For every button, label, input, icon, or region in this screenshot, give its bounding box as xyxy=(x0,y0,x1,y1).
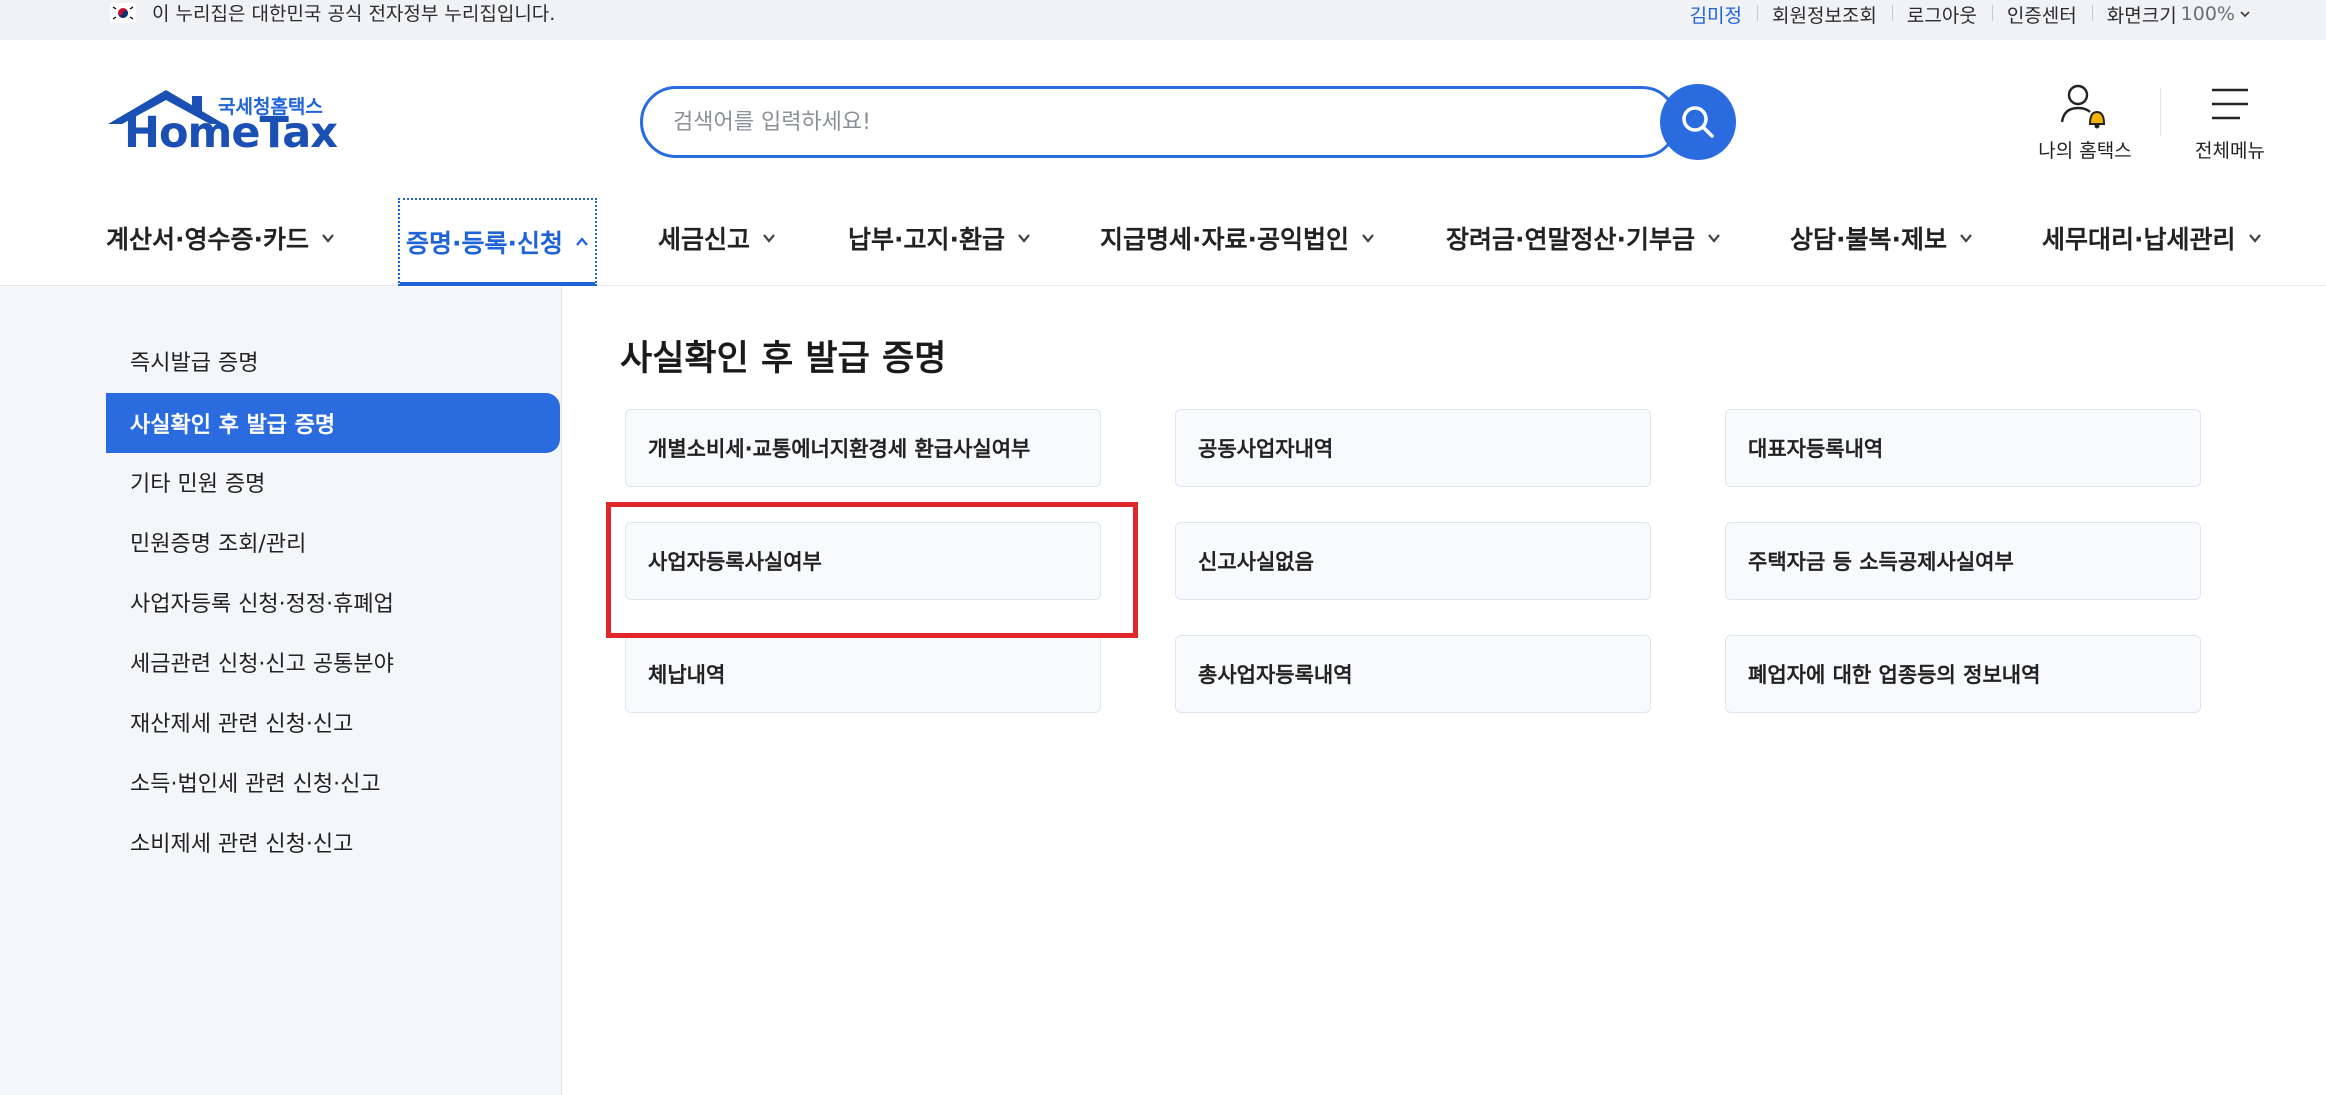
gnb-label: 장려금·연말정산·기부금 xyxy=(1446,225,1695,254)
sidebar-item-property-tax[interactable]: 재산제세 관련 신청·신고 xyxy=(106,692,560,752)
zoom-label: 화면크기 xyxy=(2106,4,2177,27)
gnb-item-tax-agent[interactable]: 세무대리·납세관리 xyxy=(2042,190,2262,286)
sidebar-item-verified-cert[interactable]: 사실확인 후 발급 증명 xyxy=(106,393,560,453)
sidebar-item-consumption-tax[interactable]: 소비제세 관련 신청·신고 xyxy=(106,812,560,872)
gnb-label: 지급명세·자료·공익법인 xyxy=(1100,225,1349,254)
cert-center-link[interactable]: 인증센터 xyxy=(1991,1,2092,28)
gnb-item-consulting[interactable]: 상담·불복·제보 xyxy=(1790,190,1973,286)
search-area xyxy=(640,86,1678,158)
member-info-link[interactable]: 회원정보조회 xyxy=(1757,1,1892,28)
gnb-item-incentives[interactable]: 장려금·연말정산·기부금 xyxy=(1446,190,1721,286)
sidebar-item-income-tax[interactable]: 소득·법인세 관련 신청·신고 xyxy=(106,752,560,812)
gnb-label: 상담·불복·제보 xyxy=(1790,225,1947,254)
all-menu-label: 전체메뉴 xyxy=(2195,140,2265,162)
chevron-down-icon xyxy=(2248,234,2261,243)
chevron-down-icon xyxy=(763,234,775,243)
sidebar-item-other-cert[interactable]: 기타 민원 증명 xyxy=(106,452,560,512)
korea-flag-icon xyxy=(110,3,136,23)
search-icon xyxy=(1682,106,1714,138)
gnb-item-statements[interactable]: 지급명세·자료·공익법인 xyxy=(1100,190,1375,286)
chevron-down-icon xyxy=(1960,234,1972,243)
gnb-item-payment[interactable]: 납부·고지·환급 xyxy=(848,190,1031,286)
zoom-control[interactable]: 화면크기 100% xyxy=(2091,1,2266,28)
gnb-label: 세금신고 xyxy=(658,225,751,254)
gov-notice: 이 누리집은 대한민국 공식 전자정부 누리집입니다. xyxy=(152,3,556,25)
card-closed-business-info[interactable]: 폐업자에 대한 업종등의 정보내역 xyxy=(1725,635,2201,713)
chevron-down-icon xyxy=(1018,234,1030,243)
gnb-item-tax-return[interactable]: 세금신고 xyxy=(658,190,776,286)
gnb-label: 납부·고지·환급 xyxy=(848,225,1005,254)
card-no-report[interactable]: 신고사실없음 xyxy=(1175,522,1651,600)
sidebar-item-tax-common[interactable]: 세금관련 신청·신고 공통분야 xyxy=(106,632,560,692)
card-representative-reg[interactable]: 대표자등록내역 xyxy=(1725,409,2201,487)
gnb-label: 계산서·영수증·카드 xyxy=(106,225,309,254)
gnb-label: 증명·등록·신청 xyxy=(406,229,563,258)
user-bell-icon xyxy=(2060,84,2106,129)
gnb-label: 세무대리·납세관리 xyxy=(2042,225,2236,254)
sidebar-item-business-reg[interactable]: 사업자등록 신청·정정·휴폐업 xyxy=(106,572,560,632)
card-joint-business[interactable]: 공동사업자내역 xyxy=(1175,409,1651,487)
search-button[interactable] xyxy=(1660,84,1736,160)
sidebar-item-instant-cert[interactable]: 즉시발급 증명 xyxy=(106,331,560,391)
all-menu-button[interactable]: 전체메뉴 xyxy=(2180,80,2280,164)
search-input[interactable] xyxy=(640,86,1678,158)
chevron-down-icon xyxy=(1362,234,1374,243)
gnb-item-invoice[interactable]: 계산서·영수증·카드 xyxy=(106,190,335,286)
global-nav: 계산서·영수증·카드 증명·등록·신청 세금신고 납부·고지·환급 지급명세·자… xyxy=(0,190,2326,286)
top-utility-bar: 이 누리집은 대한민국 공식 전자정부 누리집입니다. 김미정 회원정보조회 로… xyxy=(0,0,2326,40)
utility-links: 김미정 회원정보조회 로그아웃 인증센터 화면크기 100% xyxy=(1675,0,2266,28)
card-excise-refund[interactable]: 개별소비세·교통에너지환경세 환급사실여부 xyxy=(625,409,1101,487)
my-hometax-label: 나의 홈택스 xyxy=(2038,140,2132,162)
header-divider xyxy=(2160,88,2161,136)
hamburger-icon xyxy=(2212,88,2248,120)
page-title: 사실확인 후 발급 증명 xyxy=(620,339,947,379)
card-arrears[interactable]: 체납내역 xyxy=(625,635,1101,713)
card-housing-deduction[interactable]: 주택자금 등 소득공제사실여부 xyxy=(1725,522,2201,600)
chevron-up-icon xyxy=(576,237,588,246)
highlight-box xyxy=(606,502,1138,638)
sidebar-item-cert-manage[interactable]: 민원증명 조회/관리 xyxy=(106,512,560,572)
logout-link[interactable]: 로그아웃 xyxy=(1891,1,1992,28)
card-total-business-reg[interactable]: 총사업자등록내역 xyxy=(1175,635,1651,713)
sidebar: 즉시발급 증명 사실확인 후 발급 증명 기타 민원 증명 민원증명 조회/관리… xyxy=(0,287,562,1095)
logo-wordmark[interactable]: HomeTax xyxy=(124,108,338,158)
my-hometax-button[interactable]: 나의 홈택스 xyxy=(2030,80,2140,164)
chevron-down-icon xyxy=(322,234,334,243)
chevron-down-icon xyxy=(1708,234,1720,243)
zoom-value: 100% xyxy=(2180,3,2235,25)
chevron-down-icon xyxy=(2240,11,2250,18)
gnb-item-certificate[interactable]: 증명·등록·신청 xyxy=(398,198,597,286)
user-name-link[interactable]: 김미정 xyxy=(1675,1,1757,28)
